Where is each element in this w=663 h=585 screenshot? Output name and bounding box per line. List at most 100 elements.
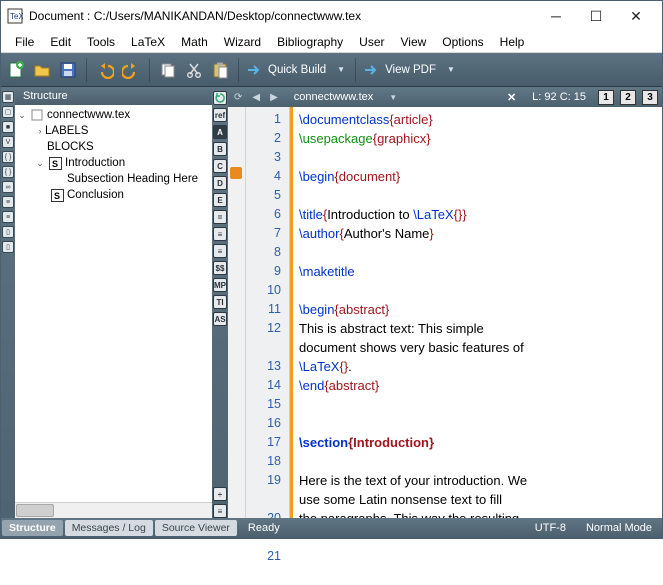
status-messages-button[interactable]: Messages / Log (65, 520, 153, 536)
refresh-icon[interactable] (213, 91, 227, 105)
left-icon[interactable]: ≡ (2, 211, 14, 223)
minimize-button[interactable]: ─ (536, 2, 576, 30)
maximize-button[interactable]: ☐ (576, 2, 616, 30)
status-bar: Structure Messages / Log Source Viewer R… (1, 518, 662, 538)
symbol-btn[interactable]: C (213, 159, 227, 173)
left-icon[interactable]: ▯ (2, 226, 14, 238)
cursor-position: L: 92 C: 15 (526, 91, 592, 103)
menu-file[interactable]: File (7, 32, 42, 52)
expand-icon[interactable]: ⌄ (17, 110, 27, 121)
menu-math[interactable]: Math (173, 32, 216, 52)
left-icon[interactable]: { } (2, 151, 14, 163)
status-source-button[interactable]: Source Viewer (155, 520, 237, 536)
left-icon[interactable]: ▦ (2, 91, 14, 103)
symbol-btn[interactable]: = (213, 210, 227, 224)
tab-bar: ⟳ ◀ ▶ connectwww.tex ▼ ✕ L: 92 C: 15 1 2… (228, 87, 662, 107)
bookmark-icon[interactable] (230, 167, 242, 179)
menu-user[interactable]: User (351, 32, 392, 52)
app-icon: TeX (7, 8, 23, 24)
symbol-btn[interactable]: D (213, 176, 227, 190)
symbol-btn[interactable]: ≡ (213, 504, 227, 518)
menu-tools[interactable]: Tools (79, 32, 123, 52)
quick-build-label: Quick Build (264, 64, 330, 76)
view-box-1[interactable]: 1 (598, 90, 614, 105)
view-pdf-label: View PDF (381, 64, 440, 76)
tree-intro[interactable]: Introduction (65, 157, 125, 169)
left-icon[interactable]: ∞ (2, 181, 14, 193)
window-title: Document : C:/Users/MANIKANDAN/Desktop/c… (29, 9, 536, 23)
tree-blocks[interactable]: BLOCKS (47, 141, 94, 153)
close-window-button[interactable]: ✕ (616, 2, 656, 30)
tree-root[interactable]: connectwww.tex (47, 109, 130, 121)
symbol-btn[interactable]: $$ (213, 261, 227, 275)
symbol-btn[interactable]: TI (213, 295, 227, 309)
menu-bibliography[interactable]: Bibliography (269, 32, 351, 52)
view-pdf-dropdown[interactable]: View PDF ▼ (363, 63, 458, 77)
new-file-button[interactable] (5, 59, 27, 81)
svg-text:S: S (52, 159, 58, 169)
menu-latex[interactable]: LaTeX (123, 32, 173, 52)
paste-button[interactable] (209, 59, 231, 81)
close-tab-icon[interactable]: ✕ (503, 91, 520, 104)
chevron-down-icon[interactable]: ▼ (387, 93, 399, 102)
menu-help[interactable]: Help (492, 32, 533, 52)
status-mode: Normal Mode (576, 522, 662, 534)
symbol-btn[interactable]: ref (213, 108, 227, 122)
left-icon[interactable]: { } (2, 166, 14, 178)
copy-button[interactable] (157, 59, 179, 81)
symbol-btn[interactable]: A (213, 125, 227, 139)
code-editor[interactable]: \documentclass{article}\usepackage{graph… (293, 107, 662, 518)
menu-bar: File Edit Tools LaTeX Math Wizard Biblio… (1, 31, 662, 53)
tab-filename[interactable]: connectwww.tex (286, 91, 381, 103)
symbol-btn[interactable]: B (213, 142, 227, 156)
tree-labels[interactable]: LABELS (45, 125, 88, 137)
symbol-btn[interactable]: ≡ (213, 244, 227, 258)
line-number-gutter: 123456789101112 13141516171819 20 21 (246, 107, 290, 518)
left-icon[interactable]: ≡ (2, 196, 14, 208)
section-icon: S (48, 156, 62, 170)
editor-area: ⟳ ◀ ▶ connectwww.tex ▼ ✕ L: 92 C: 15 1 2… (228, 87, 662, 518)
menu-view[interactable]: View (393, 32, 435, 52)
left-icon[interactable]: ■ (2, 121, 14, 133)
structure-tree[interactable]: ⌄ connectwww.tex ›LABELS BLOCKS ⌄ S Introdu… (15, 105, 212, 502)
symbol-btn[interactable]: ÷ (213, 487, 227, 501)
left-icon[interactable]: ▯ (2, 241, 14, 253)
symbol-btn[interactable]: E (213, 193, 227, 207)
redo-button[interactable] (120, 59, 142, 81)
symbol-bar: ref A B C D E = ≡ ≡ $$ MP TI AS ÷ ≡ (212, 87, 228, 518)
section-icon: S (50, 188, 64, 202)
tree-conclusion[interactable]: Conclusion (67, 189, 124, 201)
bookmark-gutter[interactable] (228, 107, 246, 518)
save-file-button[interactable] (57, 59, 79, 81)
svg-text:S: S (54, 191, 60, 201)
left-icon[interactable]: V (2, 136, 14, 148)
file-icon (30, 108, 44, 122)
status-encoding: UTF-8 (525, 522, 576, 534)
left-icon-bar: ▦ ▢ ■ V { } { } ∞ ≡ ≡ ▯ ▯ (1, 87, 15, 518)
view-box-3[interactable]: 3 (642, 90, 658, 105)
open-file-button[interactable] (31, 59, 53, 81)
reload-icon[interactable]: ⟳ (232, 92, 244, 103)
structure-panel: Structure ⌄ connectwww.tex ›LABELS BLOCKS… (15, 87, 212, 518)
menu-wizard[interactable]: Wizard (216, 32, 269, 52)
menu-options[interactable]: Options (434, 32, 491, 52)
structure-header: Structure (15, 87, 212, 105)
expand-icon[interactable]: › (35, 126, 45, 136)
cut-button[interactable] (183, 59, 205, 81)
toolbar: Quick Build ▼ View PDF ▼ (1, 53, 662, 87)
expand-icon[interactable]: ⌄ (35, 158, 45, 169)
undo-button[interactable] (94, 59, 116, 81)
menu-edit[interactable]: Edit (42, 32, 79, 52)
quick-build-dropdown[interactable]: Quick Build ▼ (246, 63, 348, 77)
symbol-btn[interactable]: MP (213, 278, 227, 292)
left-icon[interactable]: ▢ (2, 106, 14, 118)
next-tab-icon[interactable]: ▶ (268, 92, 280, 103)
structure-hscroll[interactable] (15, 502, 212, 518)
tree-sub[interactable]: Subsection Heading Here (67, 173, 198, 185)
symbol-btn[interactable]: AS (213, 312, 227, 326)
view-box-2[interactable]: 2 (620, 90, 636, 105)
symbol-btn[interactable]: ≡ (213, 227, 227, 241)
prev-tab-icon[interactable]: ◀ (250, 92, 262, 103)
status-structure-button[interactable]: Structure (2, 520, 63, 536)
chevron-down-icon: ▼ (444, 65, 458, 74)
